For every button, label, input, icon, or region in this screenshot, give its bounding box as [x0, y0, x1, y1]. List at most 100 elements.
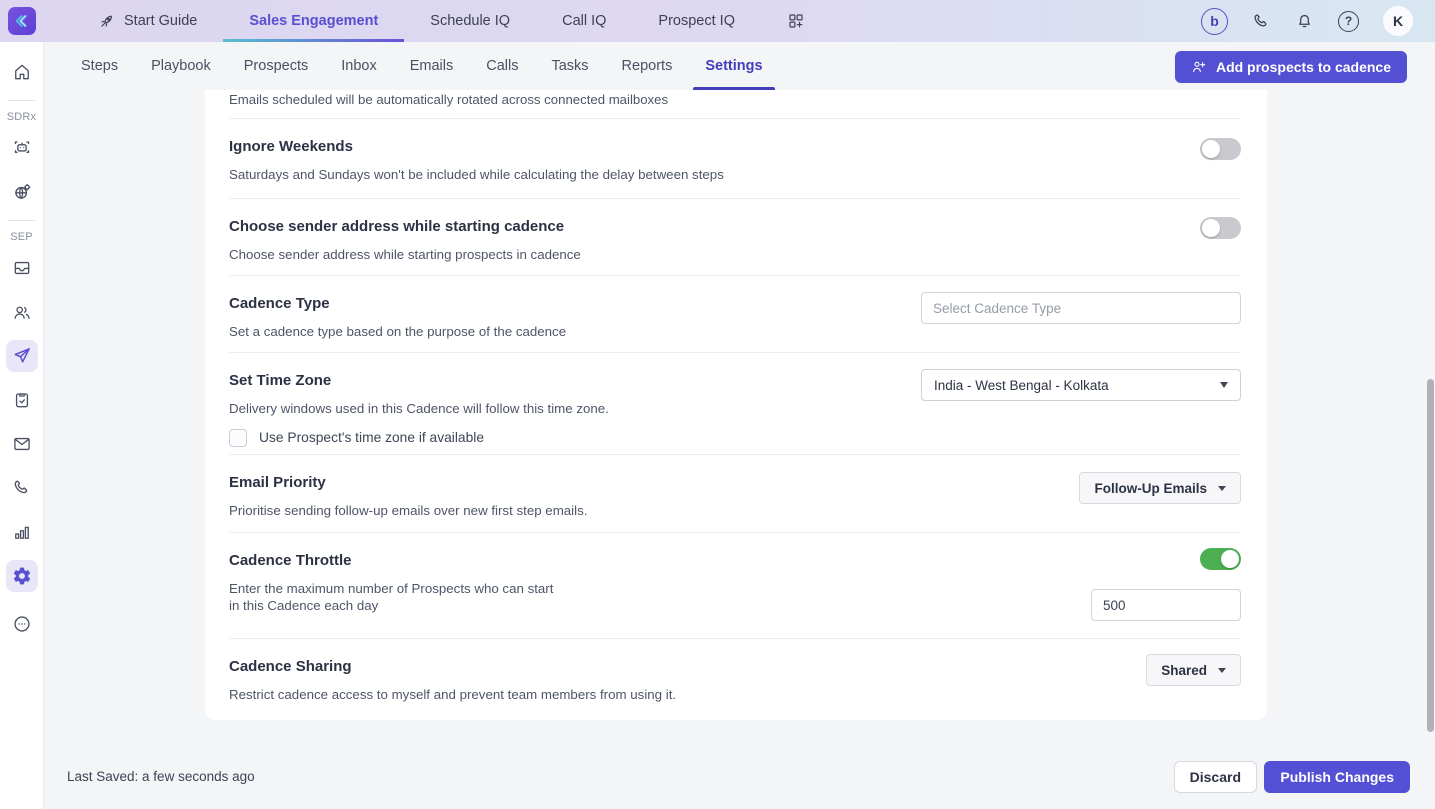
nav-item-label: Sales Engagement: [249, 13, 379, 29]
tab-reports[interactable]: Reports: [610, 42, 685, 90]
sidebar-item-sdrx-agent[interactable]: [6, 132, 38, 164]
sidebar-item-reports[interactable]: [6, 516, 38, 548]
sidebar-item-cadences[interactable]: [5, 340, 38, 372]
user-avatar[interactable]: K: [1383, 6, 1413, 36]
b-badge-icon[interactable]: b: [1201, 7, 1228, 35]
setting-title: Ignore Weekends: [229, 138, 353, 155]
tab-prospects[interactable]: Prospects: [232, 42, 320, 90]
nav-item-sales-engagement[interactable]: Sales Engagement: [223, 0, 405, 42]
tab-tasks[interactable]: Tasks: [539, 42, 600, 90]
klenty-logo[interactable]: [8, 7, 36, 35]
paper-plane-icon: [14, 348, 30, 363]
tab-label: Inbox: [341, 58, 377, 74]
sidebar-item-settings[interactable]: [5, 560, 38, 592]
apps-menu-button[interactable]: [761, 0, 831, 42]
time-zone-select[interactable]: India - West Bengal - Kolkata: [921, 369, 1241, 401]
more-circle-icon: [13, 616, 30, 632]
email-priority-dropdown[interactable]: Follow-Up Emails: [1079, 472, 1241, 504]
email-priority-value: Follow-Up Emails: [1094, 480, 1207, 496]
person-plus-icon: [1193, 61, 1206, 73]
sidebar-group-label-sdrx: SDRx: [6, 111, 37, 123]
setting-title: Cadence Throttle: [229, 552, 352, 569]
envelope-icon: [13, 437, 30, 451]
add-prospects-to-cadence-button[interactable]: Add prospects to cadence: [1174, 51, 1407, 83]
sidebar-item-prospects[interactable]: [6, 296, 38, 328]
top-nav-right-icons: b ? K: [1201, 6, 1413, 36]
tab-playbook[interactable]: Playbook: [139, 42, 223, 90]
setting-description: Enter the maximum number of Prospects wh…: [229, 581, 554, 613]
cadence-throttle-toggle[interactable]: [1200, 548, 1241, 570]
setting-description: Prioritise sending follow-up emails over…: [229, 503, 588, 518]
tab-label: Playbook: [151, 58, 211, 74]
throttle-limit-input[interactable]: [1091, 589, 1241, 621]
publish-changes-button[interactable]: Publish Changes: [1264, 761, 1410, 793]
setting-description: Delivery windows used in this Cadence wi…: [229, 401, 609, 416]
avatar-initial: K: [1392, 13, 1404, 29]
rocket-icon: [101, 15, 113, 27]
setting-row-ignore-weekends: Ignore Weekends Saturdays and Sundays wo…: [229, 119, 1241, 199]
cadence-type-input[interactable]: [921, 292, 1241, 324]
tab-label: Calls: [486, 58, 519, 74]
nav-item-label: Schedule IQ: [430, 13, 511, 29]
chevron-down-icon: [1218, 485, 1226, 491]
nav-item-label: Prospect IQ: [658, 13, 735, 29]
cadence-settings-card: Emails scheduled will be automatically r…: [205, 90, 1267, 720]
setting-description: Choose sender address while starting pro…: [229, 247, 581, 262]
nav-item-call-iq[interactable]: Call IQ: [536, 0, 632, 42]
tab-inbox[interactable]: Inbox: [329, 42, 388, 90]
setting-row-email-priority: Email Priority Prioritise sending follow…: [229, 455, 1241, 533]
gear-icon: [13, 567, 30, 585]
sidebar-group-label-sep: SEP: [10, 231, 33, 243]
sidebar-item-home[interactable]: [6, 56, 38, 88]
phone-icon[interactable]: [1252, 12, 1271, 31]
nav-item-prospect-iq[interactable]: Prospect IQ: [632, 0, 761, 42]
sidebar-item-emails[interactable]: [6, 428, 38, 460]
setting-description: Restrict cadence access to myself and pr…: [229, 687, 677, 702]
globe-gear-icon: [14, 183, 30, 199]
klenty-chevron-logo-icon: [15, 15, 27, 27]
setting-description: Set a cadence type based on the purpose …: [229, 324, 567, 339]
nav-item-label: Call IQ: [562, 13, 607, 29]
clipboard-check-icon: [15, 393, 28, 408]
app-sidebar: SDRx SEP: [0, 42, 44, 809]
tab-label: Reports: [621, 58, 673, 74]
sidebar-item-inbox[interactable]: [6, 252, 38, 284]
tab-emails[interactable]: Emails: [398, 42, 466, 90]
time-zone-value: India - West Bengal - Kolkata: [934, 377, 1109, 393]
setting-description: Saturdays and Sundays won't be included …: [229, 167, 724, 182]
discard-button[interactable]: Discard: [1173, 761, 1257, 793]
tab-label: Tasks: [551, 58, 589, 74]
tab-label: Emails: [409, 58, 454, 74]
add-button-label: Add prospects to cadence: [1215, 59, 1391, 75]
sidebar-item-calls[interactable]: [6, 472, 38, 504]
inbox-tray-icon: [14, 261, 29, 275]
vertical-scrollbar-thumb[interactable]: [1427, 379, 1434, 732]
cadence-sharing-value: Shared: [1161, 662, 1207, 678]
tab-steps[interactable]: Steps: [69, 42, 130, 90]
cadence-tab-bar: Steps Playbook Prospects Inbox Emails Ca…: [44, 42, 1435, 90]
last-saved-status: Last Saved: a few seconds ago: [67, 769, 255, 784]
sidebar-item-sdrx-web[interactable]: [6, 176, 38, 208]
prospect-timezone-checkbox[interactable]: [229, 428, 247, 447]
top-navigation-bar: Start Guide Sales Engagement Schedule IQ…: [0, 0, 1435, 42]
setting-row-time-zone: Set Time Zone Delivery windows used in t…: [229, 353, 1241, 455]
chevron-down-icon: [1220, 382, 1228, 388]
chevron-down-icon: [1218, 667, 1226, 673]
sidebar-item-tasks[interactable]: [6, 384, 38, 416]
setting-row-cadence-throttle: Cadence Throttle Enter the maximum numbe…: [229, 533, 1241, 639]
nav-item-label: Start Guide: [124, 13, 198, 29]
tab-calls[interactable]: Calls: [474, 42, 530, 90]
tab-settings[interactable]: Settings: [693, 42, 775, 90]
help-glyph: ?: [1344, 14, 1353, 28]
prospect-timezone-option: Use Prospect's time zone if available: [229, 428, 1241, 447]
cadence-tabs: Steps Playbook Prospects Inbox Emails Ca…: [69, 42, 775, 90]
bell-icon[interactable]: [1295, 12, 1314, 31]
choose-sender-toggle[interactable]: [1200, 217, 1241, 239]
help-icon[interactable]: ?: [1338, 10, 1359, 32]
cadence-sharing-dropdown[interactable]: Shared: [1146, 654, 1241, 686]
sidebar-item-more[interactable]: [6, 608, 38, 640]
nav-item-schedule-iq[interactable]: Schedule IQ: [404, 0, 536, 42]
ignore-weekends-toggle[interactable]: [1200, 138, 1241, 160]
mailbox-rotation-helper-row: Emails scheduled will be automatically r…: [229, 90, 1241, 119]
nav-item-start-guide[interactable]: Start Guide: [72, 0, 223, 42]
